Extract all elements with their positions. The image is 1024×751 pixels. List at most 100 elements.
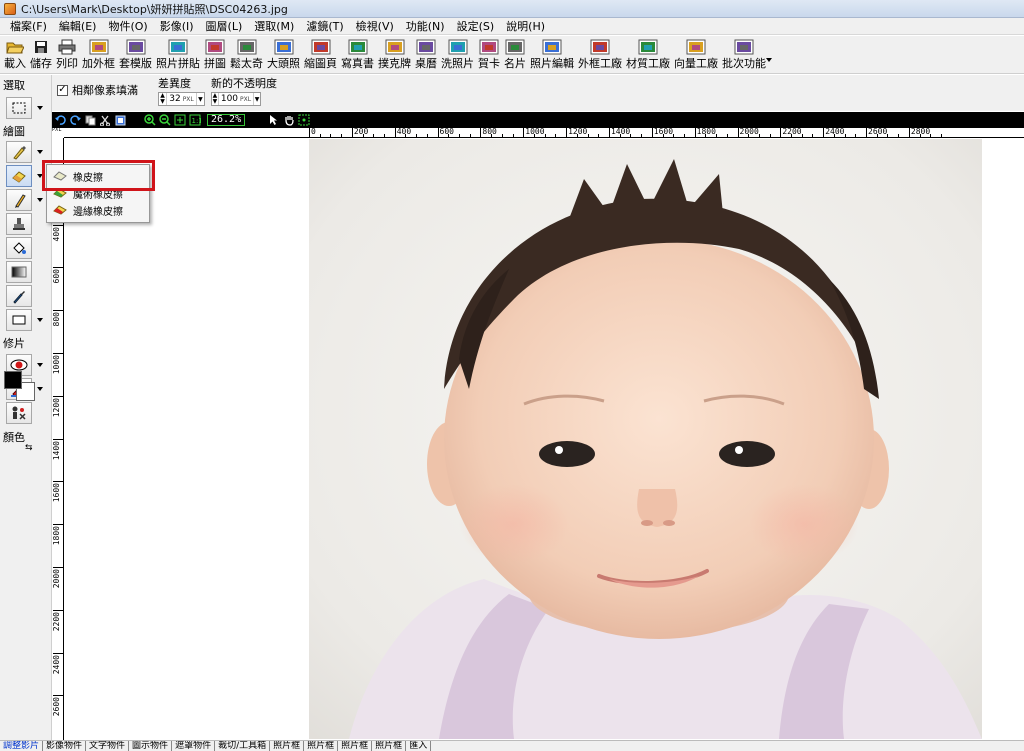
- undo-icon[interactable]: [54, 114, 67, 126]
- toolbar-button-8[interactable]: 大頭照: [265, 36, 302, 73]
- crop-select-icon[interactable]: [297, 114, 310, 126]
- status-tab-9[interactable]: 照片框: [372, 741, 407, 751]
- toolbar-button-1[interactable]: 儲存: [28, 36, 54, 73]
- status-tab-6[interactable]: 照片框: [270, 741, 305, 751]
- v-ruler-label: 2400: [52, 654, 61, 674]
- toolbar-button-12[interactable]: 桌曆: [413, 36, 439, 73]
- zoom-out-icon[interactable]: [158, 114, 171, 126]
- menu-item-4[interactable]: 圖層(L): [200, 19, 249, 34]
- toolbar-button-9[interactable]: 縮圖頁: [302, 36, 339, 73]
- toolbar-button-19[interactable]: 向量工廠: [672, 36, 720, 73]
- status-tab-4[interactable]: 遮罩物件: [172, 741, 216, 751]
- status-tab-8[interactable]: 照片框: [338, 741, 373, 751]
- toolbar-button-10[interactable]: 寫真書: [339, 36, 376, 73]
- clone-people-tool[interactable]: [6, 402, 32, 424]
- playing-cards-icon: [385, 38, 405, 56]
- toolbar-button-18[interactable]: 材質工廠: [624, 36, 672, 73]
- toolbar-button-14[interactable]: 賀卡: [476, 36, 502, 73]
- brush-icon: [13, 146, 26, 160]
- tolerance-spin-arrows[interactable]: ▲ ▼: [159, 93, 168, 105]
- retouch-brush-dropdown[interactable]: [37, 387, 43, 391]
- toolbar-button-16[interactable]: 照片編輯: [528, 36, 576, 73]
- toolbar-button-2[interactable]: 列印: [54, 36, 80, 73]
- status-tab-10[interactable]: 匯入: [406, 741, 432, 751]
- gradient-tool[interactable]: [6, 261, 32, 283]
- actual-size-icon[interactable]: 1:1: [188, 114, 201, 126]
- brush-tool[interactable]: [6, 141, 32, 163]
- pencil-tool-dropdown[interactable]: [37, 198, 43, 202]
- h-ruler-minor-tick: [555, 134, 557, 137]
- status-tab-3[interactable]: 圖示物件: [129, 741, 173, 751]
- opacity-value[interactable]: 100: [219, 94, 240, 104]
- swap-colors-icon[interactable]: ⇆: [25, 443, 33, 453]
- rect-select-tool[interactable]: [6, 97, 32, 119]
- toolbar-button-3[interactable]: 加外框: [80, 36, 117, 73]
- opacity-dropdown-icon[interactable]: ▼: [253, 93, 260, 105]
- toolbar-button-4[interactable]: 套模版: [117, 36, 154, 73]
- toolbar-button-17[interactable]: 外框工廠: [576, 36, 624, 73]
- redeye-tool-dropdown[interactable]: [37, 363, 43, 367]
- menu-item-3[interactable]: 影像(I): [154, 19, 200, 34]
- toolbar-button-15[interactable]: 名片: [502, 36, 528, 73]
- canvas-workspace[interactable]: [65, 139, 1024, 740]
- hand-pan-icon[interactable]: [282, 114, 295, 126]
- select-tool-dropdown[interactable]: [37, 106, 43, 110]
- toolbar-label-5: 照片拼貼: [156, 57, 200, 70]
- h-ruler-minor-tick: [426, 134, 428, 137]
- paste-icon[interactable]: [114, 114, 127, 126]
- zoom-in-icon[interactable]: [143, 114, 156, 126]
- copy-icon[interactable]: [84, 114, 97, 126]
- status-tab-7[interactable]: 照片框: [304, 741, 339, 751]
- menu-item-2[interactable]: 物件(O): [102, 19, 153, 34]
- toolbar-button-0[interactable]: 載入: [2, 36, 28, 73]
- foreground-color-swatch[interactable]: [4, 371, 22, 389]
- menu-item-0[interactable]: 檔案(F): [4, 19, 53, 34]
- tolerance-dropdown-icon[interactable]: ▼: [195, 93, 204, 105]
- toolbar-button-7[interactable]: 鬆太奇: [228, 36, 265, 73]
- batch-dropdown-arrow[interactable]: [766, 57, 772, 62]
- opacity-spinner[interactable]: ▲ ▼ 100 PXL ▼: [211, 92, 261, 106]
- menu-item-7[interactable]: 檢視(V): [350, 19, 400, 34]
- fit-window-icon[interactable]: [173, 114, 186, 126]
- h-ruler-minor-tick: [812, 134, 814, 137]
- toolbar-button-6[interactable]: 拼圖: [202, 36, 228, 73]
- stamp-tool[interactable]: [6, 213, 32, 235]
- toolbar-label-3: 加外框: [82, 57, 115, 70]
- zoom-level[interactable]: 26.2%: [207, 114, 246, 126]
- pointer-icon[interactable]: [267, 114, 280, 126]
- toolbar-button-20[interactable]: 批次功能: [720, 36, 768, 73]
- pencil-tool[interactable]: [6, 189, 32, 211]
- fill-tool[interactable]: [6, 237, 32, 259]
- menu-item-6[interactable]: 濾鏡(T): [300, 19, 349, 34]
- tolerance-value[interactable]: 32: [167, 94, 182, 104]
- menu-item-5[interactable]: 選取(M): [248, 19, 300, 34]
- eyedropper-tool[interactable]: [6, 285, 32, 307]
- h-ruler-minor-tick: [769, 134, 771, 137]
- eraser-menu-item-2[interactable]: 邊緣橡皮擦: [47, 202, 149, 219]
- h-ruler-minor-tick: [330, 134, 332, 137]
- menu-item-10[interactable]: 說明(H): [500, 19, 551, 34]
- fill-adjacent-checkbox[interactable]: ✓: [57, 84, 68, 96]
- toolbar-button-11[interactable]: 撲克牌: [376, 36, 413, 73]
- tolerance-spinner[interactable]: ▲ ▼ 32 PXL ▼: [158, 92, 205, 106]
- baby-photo[interactable]: [309, 139, 982, 739]
- stamp-icon: [13, 218, 25, 230]
- status-tab-2[interactable]: 文字物件: [86, 741, 130, 751]
- brush-tool-dropdown[interactable]: [37, 150, 43, 154]
- menu-item-1[interactable]: 編輯(E): [53, 19, 103, 34]
- menu-item-9[interactable]: 設定(S): [451, 19, 501, 34]
- status-tab-5[interactable]: 裁切/工具箱: [215, 741, 271, 751]
- redo-icon[interactable]: [69, 114, 82, 126]
- menu-item-8[interactable]: 功能(N): [400, 19, 451, 34]
- status-tab-1[interactable]: 影像物件: [43, 741, 87, 751]
- shape-tool-dropdown[interactable]: [37, 318, 43, 322]
- cut-icon[interactable]: [99, 114, 112, 126]
- eraser-tool[interactable]: [6, 165, 32, 187]
- opacity-spin-arrows[interactable]: ▲ ▼: [212, 93, 219, 105]
- toolbar-button-13[interactable]: 洗照片: [439, 36, 476, 73]
- toolbar-label-10: 寫真書: [341, 57, 374, 70]
- status-tab-0[interactable]: 調整影片: [0, 741, 44, 751]
- shape-tool[interactable]: [6, 309, 32, 331]
- toolbar-button-5[interactable]: 照片拼貼: [154, 36, 202, 73]
- h-ruler-tick: [608, 128, 610, 137]
